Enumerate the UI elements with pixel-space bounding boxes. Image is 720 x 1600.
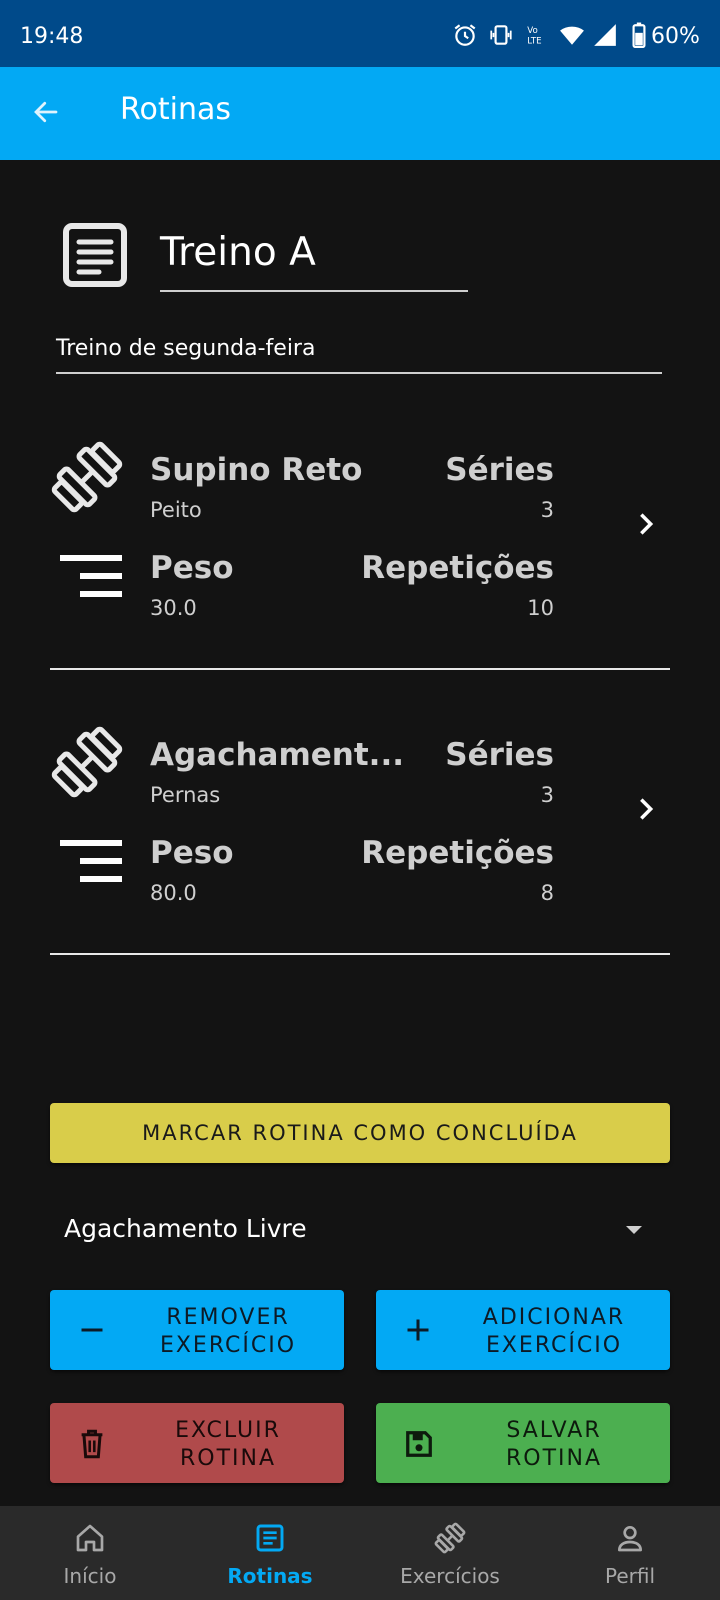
add-exercise-label-line1: ADICIONAR — [482, 1305, 626, 1330]
minus-icon — [81, 1328, 103, 1332]
signal-icon — [594, 24, 616, 46]
sort-lines-icon — [60, 555, 122, 597]
routine-description-input[interactable]: Treino de segunda-feira — [56, 336, 662, 374]
weight-value: 30.0 — [150, 596, 197, 620]
status-time: 19:48 — [20, 24, 84, 49]
series-label: Séries — [445, 452, 554, 488]
dumbbell-icon — [51, 726, 123, 798]
person-icon — [618, 1526, 642, 1552]
mark-routine-complete-button[interactable]: MARCAR ROTINA COMO CONCLUÍDA — [50, 1103, 670, 1163]
weight-label: Peso — [150, 835, 234, 871]
remove-exercise-button[interactable]: REMOVER EXERCÍCIO — [50, 1290, 344, 1370]
nav-item-perfil[interactable]: Perfil — [540, 1506, 720, 1600]
dumbbell-icon — [434, 1522, 466, 1554]
add-exercise-label: ADICIONAR EXERCÍCIO — [456, 1304, 652, 1360]
divider — [50, 668, 670, 670]
wifi-icon — [560, 26, 584, 45]
chevron-right-icon — [640, 513, 654, 535]
trash-icon — [81, 1429, 103, 1459]
exercise-card[interactable]: Supino Reto Peito Séries 3 Peso 30.0 Rep… — [50, 440, 670, 680]
exercise-name: Supino Reto — [150, 452, 363, 488]
series-value: 3 — [540, 498, 554, 522]
save-routine-label-line1: SALVAR — [506, 1418, 602, 1443]
reps-value: 10 — [527, 596, 554, 620]
save-routine-button[interactable]: SALVAR ROTINA — [376, 1403, 670, 1483]
battery-percentage: 60% — [651, 24, 700, 49]
nav-label: Rotinas — [227, 1564, 313, 1588]
add-exercise-label-line2: EXERCÍCIO — [485, 1333, 623, 1358]
weight-label: Peso — [150, 550, 234, 586]
page-title: Rotinas — [120, 92, 231, 127]
nav-label: Início — [63, 1564, 117, 1588]
reps-label: Repetições — [361, 835, 554, 871]
save-routine-label: SALVAR ROTINA — [456, 1417, 652, 1473]
exercise-name: Agachament... — [150, 737, 405, 773]
remove-exercise-label-line2: EXERCÍCIO — [159, 1333, 297, 1358]
arrow-back-icon — [34, 101, 58, 123]
svg-text:Vo: Vo — [527, 26, 538, 36]
alarm-icon — [454, 24, 476, 46]
save-icon — [406, 1431, 432, 1457]
nav-item-inicio[interactable]: Início — [0, 1506, 180, 1600]
delete-routine-button[interactable]: EXCLUIR ROTINA — [50, 1403, 344, 1483]
reps-label: Repetições — [361, 550, 554, 586]
delete-routine-label-line1: EXCLUIR — [175, 1418, 281, 1443]
remove-exercise-label: REMOVER EXERCÍCIO — [130, 1304, 326, 1360]
exercise-card[interactable]: Agachament... Pernas Séries 3 Peso 80.0 … — [50, 725, 670, 965]
list-icon — [256, 1524, 284, 1552]
delete-routine-label: EXCLUIR ROTINA — [130, 1417, 326, 1473]
dumbbell-icon — [51, 441, 123, 513]
routine-name-input[interactable]: Treino A — [160, 230, 468, 292]
divider — [50, 953, 670, 955]
dropdown-arrow-icon — [626, 1226, 642, 1234]
plus-icon — [407, 1319, 429, 1341]
nav-item-exercicios[interactable]: Exercícios — [360, 1506, 540, 1600]
back-button[interactable] — [24, 88, 68, 136]
document-icon — [63, 223, 127, 287]
exercise-muscle-group: Pernas — [150, 783, 221, 807]
nav-label: Perfil — [604, 1564, 656, 1588]
vibrate-icon — [490, 25, 512, 45]
weight-value: 80.0 — [150, 881, 197, 905]
volte-icon: Vo LTE — [527, 26, 541, 47]
app-bar — [0, 67, 720, 160]
series-value: 3 — [540, 783, 554, 807]
save-routine-label-line2: ROTINA — [505, 1446, 603, 1471]
remove-exercise-label-line1: REMOVER — [166, 1305, 290, 1330]
home-icon — [76, 1524, 104, 1552]
reps-value: 8 — [540, 881, 554, 905]
add-exercise-button[interactable]: ADICIONAR EXERCÍCIO — [376, 1290, 670, 1370]
nav-label: Exercícios — [400, 1564, 500, 1588]
delete-routine-label-line2: ROTINA — [179, 1446, 277, 1471]
exercise-select[interactable]: Agachamento Livre — [50, 1200, 670, 1260]
exercise-muscle-group: Peito — [150, 498, 202, 522]
sort-lines-icon — [60, 840, 122, 882]
svg-text:LTE: LTE — [527, 37, 541, 47]
chevron-right-icon — [640, 798, 654, 820]
nav-item-rotinas[interactable]: Rotinas — [180, 1506, 360, 1600]
battery-icon — [632, 22, 646, 48]
exercise-select-value: Agachamento Livre — [64, 1214, 307, 1243]
series-label: Séries — [445, 737, 554, 773]
